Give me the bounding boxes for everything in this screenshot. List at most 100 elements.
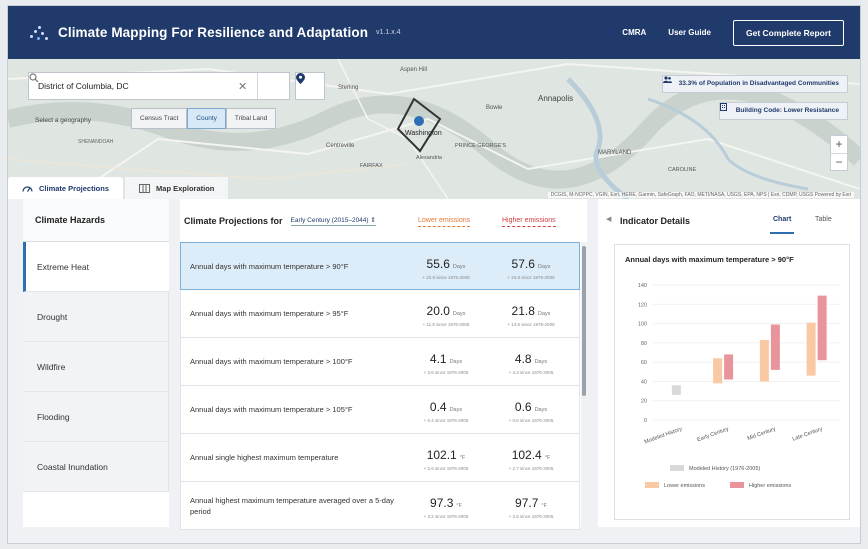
chart-y-tick-label: 140 [638,283,647,289]
map-label-shenandoah: SHENANDOAH [78,139,114,145]
higher-value-unit: Days [537,264,551,270]
map-label-washington: Washington [405,130,442,137]
indicator-row[interactable]: Annual single highest maximum temperatur… [180,434,580,482]
map-attribution: DCGIS, M-NCPPC, VGIN, Esri, HERE, Garmin… [547,192,854,198]
higher-emissions-value: 102.4 °F + 2.7 since 1976-2005 [491,446,571,471]
sort-icon: ⇕ [370,216,376,224]
geography-label: Select a geography [35,117,92,124]
higher-value-number: 102.4 [511,448,542,462]
lower-value-change: + 22.8 since 1976-2005 [422,275,470,280]
app-window: Climate Mapping For Resilience and Adapt… [7,5,861,544]
chart-y-tick-label: 80 [641,341,647,347]
chart-bar [806,322,816,376]
map-label-centreville: Centreville [326,143,355,149]
chart-x-tick-label: Modeled History [644,426,684,445]
period-select[interactable]: Early Century (2015–2044) ⇕ [290,216,376,226]
lower-value-unit: Days [452,311,466,317]
cmra-logo-icon [28,23,50,43]
zoom-out-button[interactable]: − [831,153,847,170]
tab-climate-projections-label: Climate Projections [39,183,110,193]
chart-x-tick-label: Mid Century [747,426,777,442]
location-search-input[interactable] [38,81,238,91]
map-label-caroline: CAROLINE [668,167,696,173]
building-code-badge[interactable]: Building Code: Lower Resistance [718,102,848,120]
indicator-row[interactable]: Annual highest maximum temperature avera… [180,482,580,530]
geography-county-button[interactable]: County [187,108,226,129]
higher-value-change: + 13.6 since 1976-2005 [507,322,555,327]
indicator-row[interactable]: Annual days with maximum temperature > 1… [180,338,580,386]
projections-header: Climate Projections for Early Century (2… [180,199,587,242]
lower-value-change: + 0.4 since 1976-2005 [423,418,469,423]
tab-table[interactable]: Table [815,216,832,223]
higher-emissions-value: 97.7 °F + 3.6 since 1976-2005 [491,494,571,519]
zoom-in-button[interactable]: + [831,136,847,153]
chart-bar [713,358,723,384]
search-icon[interactable] [29,73,279,99]
higher-value-number: 21.8 [511,304,535,318]
collapse-arrow-icon[interactable]: ◀ [606,215,611,223]
legend-label-lower-emissions: Lower emissions [664,483,705,489]
app-version: v1.1.x.4 [376,29,401,36]
higher-emissions-header: Higher emissions [502,217,556,227]
scrollbar-thumb[interactable] [582,246,586,396]
locate-me-button[interactable] [295,72,325,100]
tab-climate-projections[interactable]: Climate Projections [8,177,124,199]
lower-value-unit: Days [449,359,463,365]
lower-emissions-value: 20.0 Days + 11.8 since 1976-2005 [406,302,486,327]
higher-value-number: 97.7 [515,496,539,510]
indicator-row[interactable]: Annual days with maximum temperature > 1… [180,386,580,434]
tab-map-exploration-label: Map Exploration [156,183,215,193]
app-header: Climate Mapping For Resilience and Adapt… [8,6,860,59]
hazard-item-drought[interactable]: Drought [23,292,169,342]
lower-emissions-value: 0.4 Days + 0.4 since 1976-2005 [406,398,486,423]
higher-emissions-value: 0.6 Days + 0.6 since 1976-2005 [491,398,571,423]
indicator-list: Annual days with maximum temperature > 9… [180,242,580,530]
indicator-row-label: Annual highest maximum temperature avera… [190,495,394,516]
chart-y-tick-label: 20 [641,399,647,405]
lower-emissions-value: 4.1 Days + 3.6 since 1976-2005 [406,350,486,375]
map-label-aspen-hill: Aspen Hill [400,67,427,73]
higher-value-unit: Days [537,311,551,317]
indicator-chart-card: Annual days with maximum temperature > 9… [614,244,850,520]
clear-icon[interactable]: ✕ [238,80,247,93]
view-tabs: Climate Projections Map Exploration [8,177,229,199]
map-label-bowie: Bowie [486,105,503,111]
higher-value-unit: Days [534,359,548,365]
hazard-item-coastal-inundation[interactable]: Coastal Inundation [23,442,169,492]
map-label-alexandria: Alexandria [416,155,443,161]
map-label-maryland: MARYLAND [598,150,632,156]
location-search: ✕ [28,72,290,100]
hazard-item-wildfire[interactable]: Wildfire [23,342,169,392]
hazard-item-extreme-heat[interactable]: Extreme Heat [23,242,169,292]
nav-link-user-guide[interactable]: User Guide [668,28,711,37]
building-code-text: Building Code: Lower Resistance [735,107,839,114]
lower-value-unit: °F [456,503,462,509]
indicator-row[interactable]: Annual days with maximum temperature > 9… [180,242,580,290]
indicator-row-label: Annual days with maximum temperature > 1… [190,357,353,366]
get-complete-report-button[interactable]: Get Complete Report [732,19,844,46]
indicator-row[interactable]: Annual days with maximum temperature > 9… [180,290,580,338]
period-select-value: Early Century (2015–2044) [290,216,369,224]
lower-value-change: + 11.8 since 1976-2005 [422,322,470,327]
geography-census-tract-button[interactable]: Census Tract [131,108,188,129]
disadvantaged-communities-badge[interactable]: 33.3% of Population in Disadvantaged Com… [661,75,848,93]
higher-value-change: + 0.6 since 1976-2005 [508,418,554,423]
lower-value-number: 0.4 [429,400,447,414]
hazard-item-flooding[interactable]: Flooding [23,392,169,442]
higher-value-number: 4.8 [514,352,532,366]
projections-title: Climate Projections for [184,215,283,226]
lower-value-number: 97.3 [430,496,454,510]
higher-emissions-value: 4.8 Days + 4.3 since 1976-2005 [491,350,571,375]
higher-value-unit: °F [544,455,551,461]
indicator-list-scrollbar[interactable] [581,242,587,527]
chart-bar [759,339,769,382]
chart-y-tick-label: 100 [638,322,647,328]
tab-map-exploration[interactable]: Map Exploration [125,177,229,199]
tab-chart[interactable]: Chart [769,216,795,234]
indicator-row-label: Annual days with maximum temperature > 9… [190,309,349,318]
map-label-fairfax: FAIRFAX [360,163,383,169]
header-nav: CMRA User Guide Get Complete Report [622,6,844,59]
geography-tribal-land-button[interactable]: Tribal Land [225,108,277,129]
higher-emissions-value: 21.8 Days + 13.6 since 1976-2005 [491,302,571,327]
nav-link-cmra[interactable]: CMRA [622,28,646,37]
